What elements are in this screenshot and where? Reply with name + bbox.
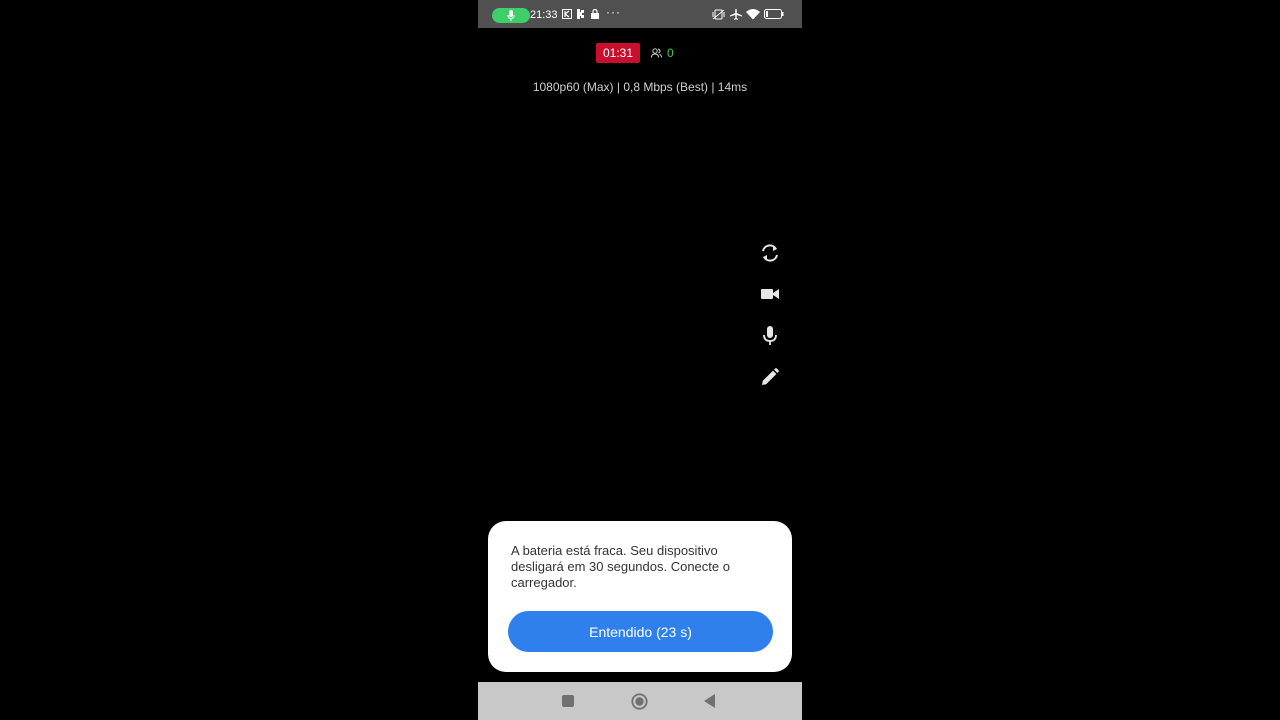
home-circle-icon (630, 692, 648, 710)
status-time: 21:33 (530, 9, 558, 21)
status-bar: 21:33 ··· (478, 0, 802, 28)
home-button[interactable] (630, 692, 648, 710)
kick-k-icon (577, 9, 584, 19)
viewers-icon (651, 48, 662, 58)
low-battery-dialog: A bateria está fraca. Seu dispositivo de… (488, 521, 792, 672)
refresh-icon (762, 244, 778, 262)
lock-icon (591, 9, 599, 19)
pencil-icon (762, 368, 779, 385)
viewer-count: 0 (651, 46, 674, 60)
video-toggle-button[interactable] (759, 283, 781, 305)
vibrate-icon (712, 9, 725, 20)
battery-icon (764, 9, 784, 19)
video-camera-icon (761, 289, 779, 299)
microphone-icon (763, 326, 777, 345)
stream-info: 1080p60 (Max) | 0,8 Mbps (Best) | 14ms (532, 80, 748, 94)
back-triangle-icon (704, 694, 715, 708)
recording-timer-badge: 01:31 (596, 43, 640, 63)
more-dots-icon: ··· (606, 5, 621, 19)
kick-app-icon (562, 9, 572, 19)
edit-button[interactable] (759, 366, 781, 388)
dismiss-button[interactable]: Entendido (23 s) (508, 611, 773, 652)
back-button[interactable] (701, 692, 719, 710)
switch-camera-button[interactable] (759, 242, 781, 264)
phone-screen: 21:33 ··· 01:31 0 1080p60 (Max) | 0,8 Mb… (478, 0, 802, 720)
dialog-message: A bateria está fraca. Seu dispositivo de… (511, 543, 730, 590)
viewer-count-value: 0 (667, 46, 674, 60)
navigation-bar (478, 682, 802, 720)
airplane-icon (730, 9, 742, 20)
microphone-icon (507, 10, 515, 21)
recents-button[interactable] (559, 692, 577, 710)
square-icon (562, 695, 574, 707)
microphone-toggle-button[interactable] (759, 325, 781, 347)
mic-active-pill (492, 8, 530, 23)
wifi-icon (746, 9, 760, 20)
